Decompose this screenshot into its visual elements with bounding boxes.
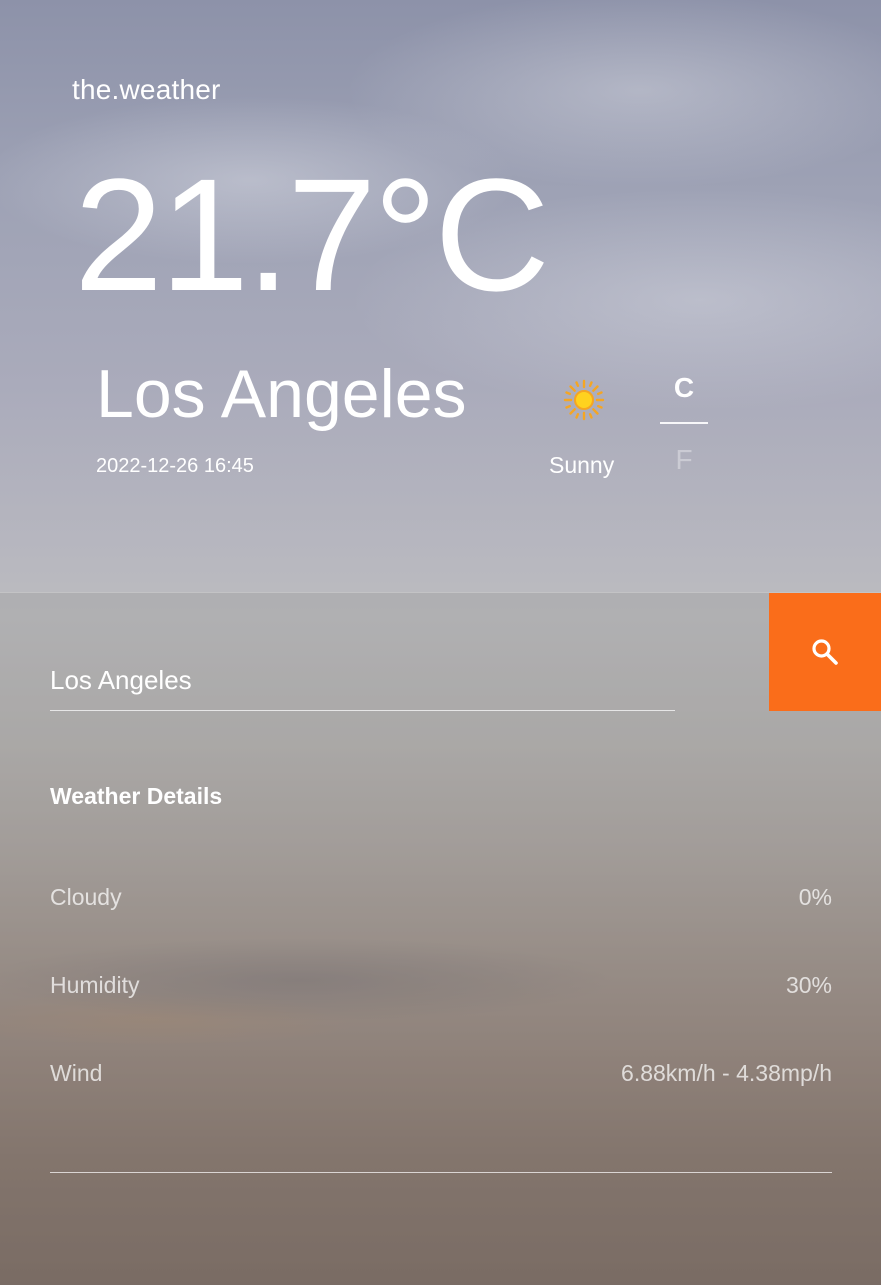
detail-label: Humidity — [50, 972, 140, 998]
city-name: Los Angeles — [96, 356, 467, 432]
unit-celsius-toggle[interactable]: C — [660, 372, 708, 424]
detail-row-cloudy: Cloudy 0% — [50, 884, 832, 916]
detail-value: 6.88km/h - 4.38mp/h — [621, 1060, 832, 1086]
detail-value: 0% — [798, 884, 832, 910]
unit-fahrenheit-toggle[interactable]: F — [660, 444, 708, 476]
weather-app: the.weather 21.7°C Los Angeles 2022-12-2… — [0, 0, 881, 1285]
temperature-value: 21.7°C — [74, 145, 550, 324]
detail-row-humidity: Humidity 30% — [50, 972, 832, 1004]
detail-label: Cloudy — [50, 884, 122, 910]
detail-row-wind: Wind 6.88km/h - 4.38mp/h — [50, 1060, 832, 1092]
brand-logo: the.weather — [72, 74, 221, 105]
detail-value: 30% — [785, 972, 832, 998]
search-button[interactable] — [769, 593, 881, 711]
details-panel: Weather Details Cloudy 0% Humidity 30% W… — [0, 592, 881, 1285]
date-time: 2022-12-26 16:45 — [96, 455, 254, 477]
details-heading: Weather Details — [50, 783, 223, 809]
city-search-input[interactable] — [50, 651, 675, 711]
sun-icon — [563, 379, 605, 421]
divider — [50, 1172, 832, 1173]
detail-label: Wind — [50, 1060, 103, 1086]
weather-condition: Sunny — [549, 452, 615, 478]
search-icon — [812, 639, 838, 665]
